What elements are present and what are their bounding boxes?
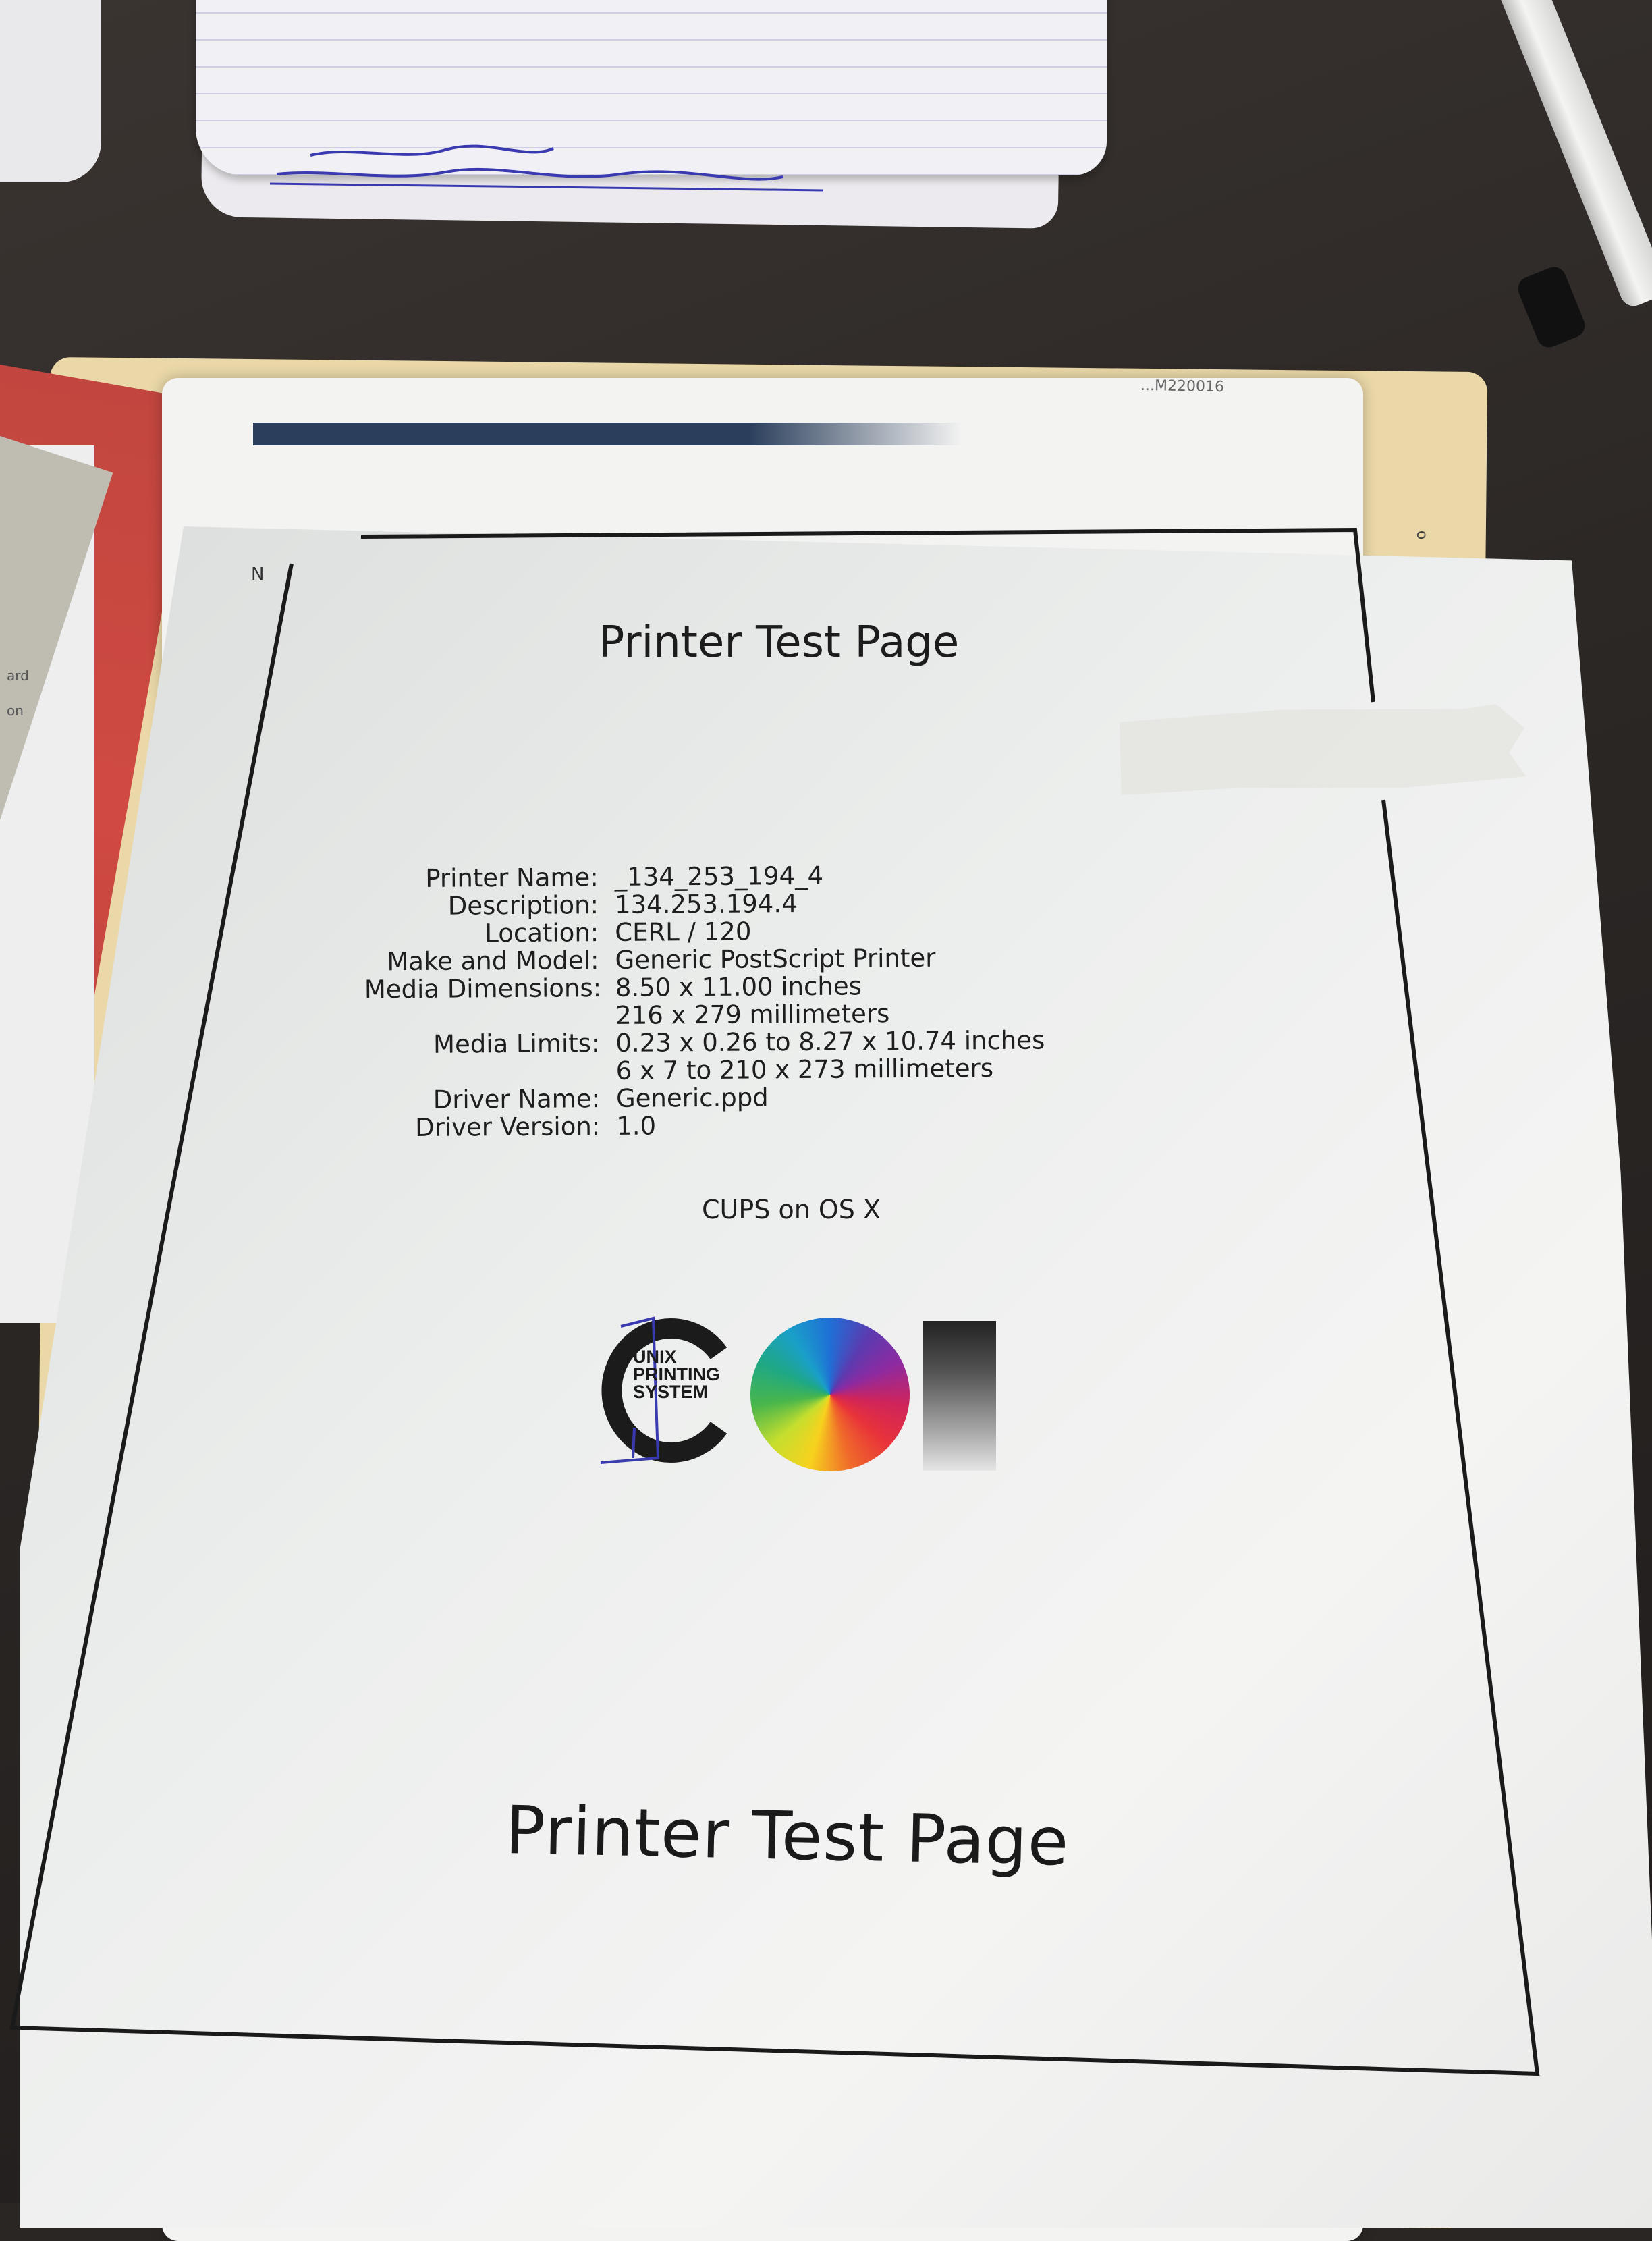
- info-value: 8.50 x 11.00 inches: [615, 971, 862, 1002]
- grayscale-ramp: [923, 1321, 996, 1471]
- info-row-driver-name: Driver Name: Generic.ppd: [365, 1081, 1045, 1114]
- cups-logo-text: UNIX PRINTING SYSTEM: [633, 1348, 720, 1401]
- color-wheel: [750, 1318, 910, 1472]
- info-label: [365, 1057, 616, 1087]
- logo-line: SYSTEM: [633, 1382, 709, 1402]
- info-value: 134.253.194.4: [614, 889, 798, 919]
- info-label: Driver Version:: [415, 1112, 601, 1142]
- loose-paper-top-left: [0, 0, 101, 182]
- printer-info-table: Printer Name: _134_253_194_4 Description…: [364, 860, 1046, 1142]
- info-value: _134_253_194_4: [614, 861, 824, 892]
- info-value: Generic.ppd: [615, 1083, 769, 1113]
- info-label: Printer Name:: [425, 863, 599, 893]
- info-label: Make and Model:: [387, 946, 599, 977]
- info-label: Description:: [447, 890, 599, 921]
- logo-line: UNIX: [633, 1347, 677, 1367]
- info-value: 216 x 279 millimeters: [615, 999, 890, 1030]
- info-value: Generic PostScript Printer: [615, 943, 936, 975]
- corner-mark: N: [251, 564, 265, 585]
- info-label: Driver Name:: [433, 1084, 601, 1114]
- test-graphics-row: UNIX PRINTING SYSTEM: [594, 1313, 999, 1472]
- info-label: [364, 1002, 615, 1031]
- info-row-driver-version: Driver Version: 1.0: [365, 1109, 1045, 1142]
- info-label: Media Dimensions:: [364, 973, 602, 1004]
- info-value: 1.0: [616, 1111, 657, 1141]
- page-title-bottom: Printer Test Page: [504, 1792, 1070, 1881]
- cups-platform-line: CUPS on OS X: [702, 1195, 881, 1224]
- info-label: Media Limits:: [433, 1029, 600, 1059]
- info-row-media-limits-mm: 6 x 7 to 210 x 273 millimeters: [365, 1054, 1045, 1086]
- page-title-top: Printer Test Page: [598, 618, 960, 668]
- info-row-description: Description: 134.253.194.4: [364, 888, 1044, 921]
- left-sheet-fragments: ard on: [7, 668, 29, 719]
- info-value: 6 x 7 to 210 x 273 millimeters: [615, 1054, 994, 1085]
- info-value: 0.23 x 0.26 to 8.27 x 10.74 inches: [615, 1025, 1045, 1058]
- info-row-media-dimensions: Media Dimensions: 8.50 x 11.00 inches: [364, 971, 1045, 1004]
- info-row-location: Location: CERL / 120: [364, 915, 1044, 948]
- info-label: Location:: [485, 918, 599, 948]
- info-row-printer-name: Printer Name: _134_253_194_4: [364, 860, 1044, 893]
- navy-header-bar: [253, 423, 962, 446]
- info-row-make-model: Make and Model: Generic PostScript Print…: [364, 943, 1044, 977]
- handwritten-note: [270, 144, 823, 192]
- logo-line: PRINTING: [633, 1364, 721, 1384]
- info-value: CERL / 120: [615, 917, 752, 947]
- folder-code: ...M220016: [1140, 377, 1225, 396]
